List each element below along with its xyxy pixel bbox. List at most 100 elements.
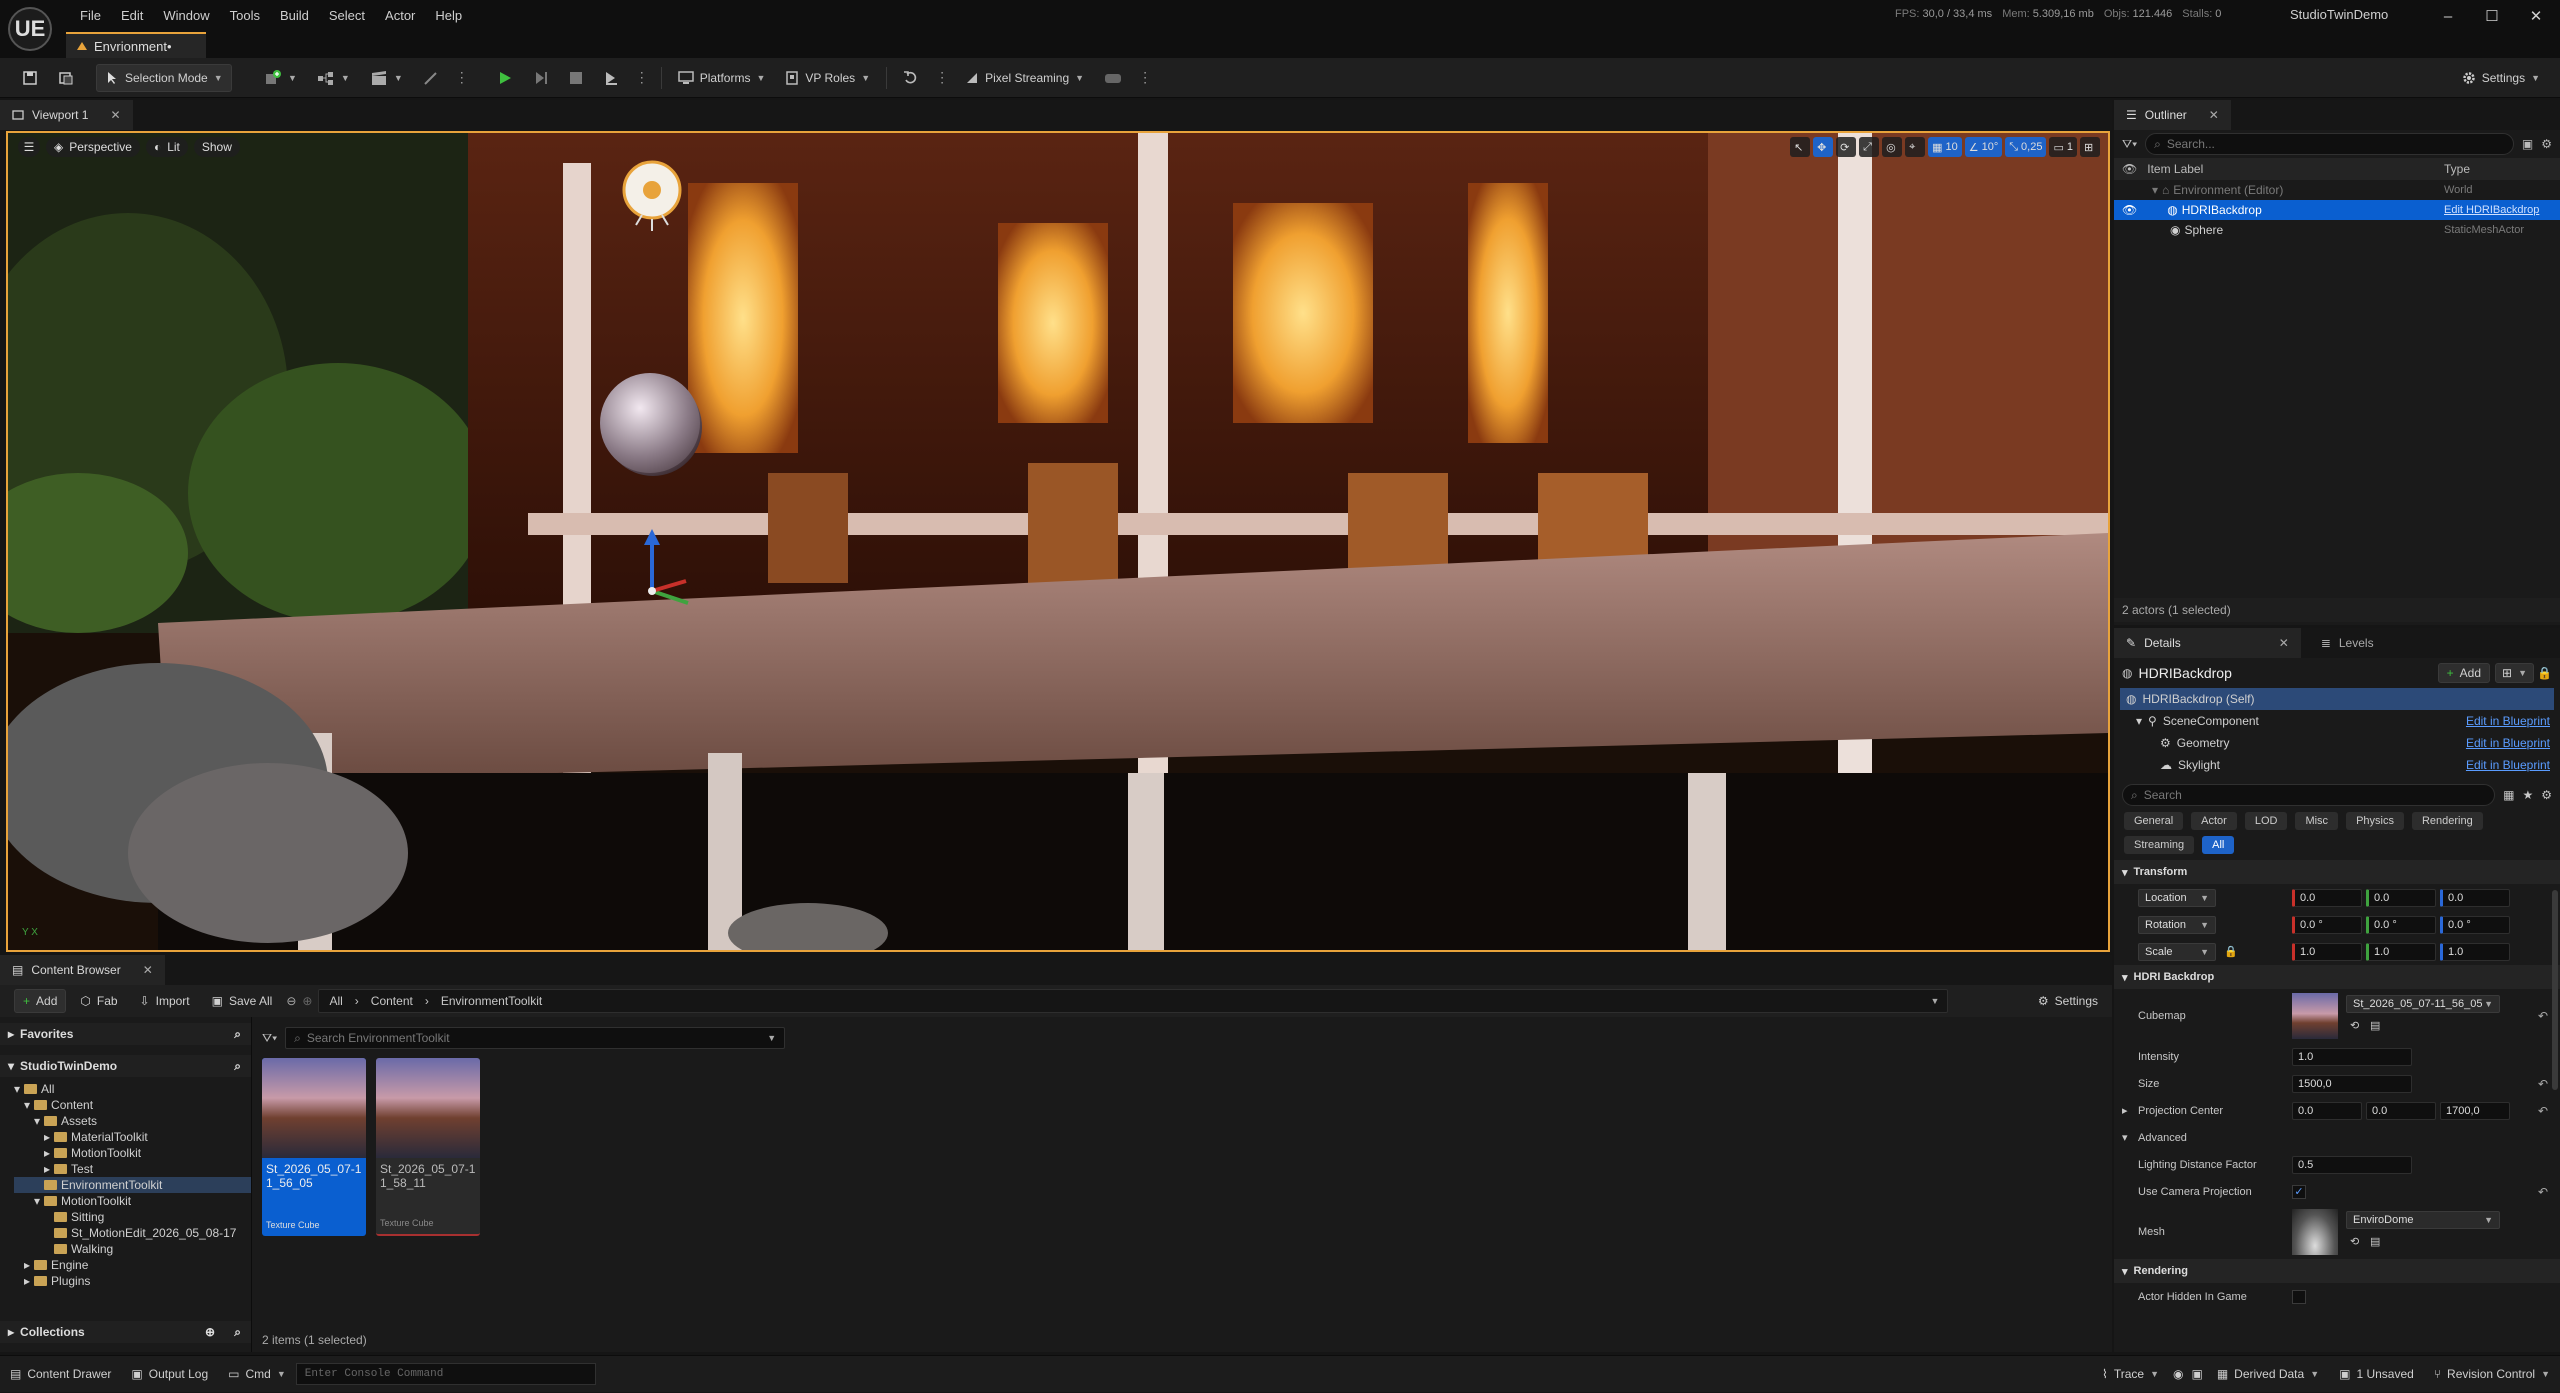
star-icon[interactable]: ★	[2522, 788, 2533, 802]
cubemap-thumbnail[interactable]	[2292, 993, 2338, 1039]
cubemap-dropdown[interactable]: St_2026_05_07-11_56_05 ▼	[2346, 995, 2500, 1013]
rotation-y-field[interactable]: 0.0 °	[2366, 915, 2436, 934]
filter-misc[interactable]: Misc	[2295, 812, 2339, 830]
scale-x-field[interactable]: 1.0	[2292, 942, 2362, 961]
lighting-distance-field[interactable]: 0.5	[2292, 1155, 2412, 1174]
lock-icon[interactable]: 🔒	[2537, 666, 2552, 680]
filter-physics[interactable]: Physics	[2346, 812, 2404, 830]
modeling-button[interactable]	[415, 64, 447, 92]
view-mode-dropdown[interactable]: ◐ Lit	[145, 137, 188, 157]
filter-icon[interactable]: ⛛▾	[2122, 137, 2137, 152]
component-row[interactable]: ⚙ Geometry Edit in Blueprint	[2114, 732, 2560, 754]
perspective-dropdown[interactable]: ◈ Perspective	[46, 137, 140, 157]
rotate-mode-icon[interactable]: ⟳	[1836, 137, 1857, 157]
filter-streaming[interactable]: Streaming	[2124, 836, 2195, 854]
level-viewport[interactable]: ☰ ◈ Perspective ◐ Lit Show ↖ ✥ ⟳ ⤢ ◎ ⌖ ▦…	[6, 131, 2110, 952]
folder-row[interactable]: ▸ Plugins	[14, 1273, 251, 1289]
favorites-section[interactable]: ▸ Favorites ⌕	[0, 1023, 251, 1045]
add-actor-button[interactable]: ▼	[256, 64, 305, 92]
advanced-row[interactable]: ▾ Advanced	[2114, 1124, 2560, 1151]
import-button[interactable]: ⇩ Import	[132, 987, 198, 1015]
actor-hidden-checkbox[interactable]	[2292, 1289, 2306, 1304]
breadcrumb-content[interactable]: Content	[371, 994, 413, 1008]
revert-button[interactable]	[895, 64, 927, 92]
search-icon[interactable]: ⌕	[234, 1325, 241, 1340]
revert-options-icon[interactable]: ⋮	[931, 69, 953, 86]
platforms-dropdown[interactable]: Platforms ▼	[670, 64, 774, 92]
location-y-field[interactable]: 0.0	[2366, 888, 2436, 907]
table-view-icon[interactable]: ▦	[2503, 788, 2514, 802]
close-window-button[interactable]: ✕	[2516, 4, 2556, 28]
visibility-icon[interactable]: 👁	[2122, 162, 2137, 176]
forward-icon[interactable]: ⊕	[302, 994, 312, 1008]
size-field[interactable]: 1500,0	[2292, 1074, 2412, 1093]
menu-build[interactable]: Build	[270, 5, 319, 26]
content-button[interactable]	[50, 64, 82, 92]
menu-actor[interactable]: Actor	[375, 5, 425, 26]
play-options-icon[interactable]: ⋮	[631, 69, 653, 86]
reset-icon[interactable]: ↶	[2538, 1185, 2548, 1199]
edit-in-blueprint-link[interactable]: Edit in Blueprint	[2466, 714, 2550, 728]
mesh-thumbnail[interactable]	[2292, 1209, 2338, 1255]
outliner-search[interactable]: ⌕ Search...	[2145, 133, 2514, 155]
rendering-category[interactable]: ▾ Rendering	[2114, 1259, 2560, 1283]
outliner-row[interactable]: ▾ ⌂ Environment (Editor) World	[2114, 180, 2560, 200]
asset-tile[interactable]: St_2026_05_07-11_58_11 Texture Cube	[376, 1058, 480, 1236]
viewport-menu-button[interactable]: ☰	[18, 137, 40, 157]
outliner-row[interactable]: ◉ Sphere StaticMeshActor	[2114, 220, 2560, 240]
eject-button[interactable]	[595, 64, 627, 92]
item-label-column[interactable]: Item Label	[2147, 162, 2203, 176]
menu-file[interactable]: File	[70, 5, 111, 26]
cmd-dropdown[interactable]: ▭ Cmd ▼	[218, 1356, 296, 1393]
filter-all[interactable]: All	[2202, 836, 2235, 854]
pixel-streaming-dropdown[interactable]: Pixel Streaming ▼	[957, 64, 1092, 92]
folder-row[interactable]: St_MotionEdit_2026_05_08-17	[14, 1225, 251, 1241]
reset-icon[interactable]: ↶	[2538, 1009, 2548, 1023]
rotation-x-field[interactable]: 0.0 °	[2292, 915, 2362, 934]
select-mode-icon[interactable]: ↖	[1790, 137, 1811, 157]
projection-x-field[interactable]: 0.0	[2292, 1101, 2362, 1120]
transform-category[interactable]: ▾ Transform	[2114, 860, 2560, 884]
chevron-down-icon[interactable]: ▼	[1931, 996, 1940, 1006]
outliner-row[interactable]: 👁 ◍ HDRIBackdrop Edit HDRIBackdrop	[2114, 200, 2560, 220]
location-dropdown[interactable]: Location ▼	[2138, 888, 2216, 907]
browse-icon[interactable]: ▤	[2370, 1235, 2380, 1248]
visibility-icon[interactable]: 👁	[2122, 203, 2137, 217]
add-collection-icon[interactable]: ⊕	[205, 1325, 215, 1339]
folder-row[interactable]: ▸ Test	[14, 1161, 251, 1177]
collections-section[interactable]: ▸ Collections ⊕ ⌕	[0, 1321, 251, 1343]
save-all-button[interactable]: ▣ Save All	[204, 987, 281, 1015]
camera-projection-checkbox[interactable]: ✓	[2292, 1184, 2306, 1199]
reset-icon[interactable]: ↶	[2538, 1077, 2548, 1091]
revision-control-dropdown[interactable]: ⑂ Revision Control ▼	[2424, 1356, 2560, 1393]
derived-data-dropdown[interactable]: ▦ Derived Data ▼	[2207, 1356, 2329, 1393]
stop-button[interactable]	[561, 64, 591, 92]
projection-z-field[interactable]: 1700,0	[2440, 1101, 2510, 1120]
outliner-tab[interactable]: ☰ Outliner ✕	[2114, 100, 2231, 130]
selection-mode-dropdown[interactable]: Selection Mode ▼	[96, 63, 232, 92]
blueprint-options-button[interactable]: ⊞ ▼	[2495, 663, 2534, 683]
filter-lod[interactable]: LOD	[2244, 812, 2288, 830]
scale-snap-toggle[interactable]: ⤡ 0,25	[2005, 137, 2047, 157]
filter-general[interactable]: General	[2124, 812, 2184, 830]
cinematics-button[interactable]: ▼	[362, 64, 411, 92]
settings-dropdown[interactable]: Settings ▼	[2454, 64, 2548, 92]
folder-row-selected[interactable]: EnvironmentToolkit	[14, 1177, 251, 1193]
close-icon[interactable]: ✕	[2209, 108, 2219, 122]
rotation-snap-toggle[interactable]: ∠ 10°	[1964, 137, 2003, 157]
menu-window[interactable]: Window	[153, 5, 219, 26]
content-browser-tab[interactable]: ▤ Content Browser ✕	[0, 955, 165, 985]
type-column[interactable]: Type	[2444, 162, 2470, 176]
details-search[interactable]: ⌕ Search	[2122, 784, 2496, 806]
rotation-dropdown[interactable]: Rotation ▼	[2138, 915, 2216, 934]
scale-dropdown[interactable]: Scale ▼	[2138, 942, 2216, 961]
sphere-actor[interactable]	[600, 373, 700, 473]
outliner-row-type[interactable]: Edit HDRIBackdrop	[2444, 204, 2539, 216]
folder-row[interactable]: ▾ Assets	[14, 1113, 251, 1129]
projection-y-field[interactable]: 0.0	[2366, 1101, 2436, 1120]
component-row-self[interactable]: ◍ HDRIBackdrop (Self)	[2120, 688, 2554, 710]
gear-icon[interactable]: ⚙	[2541, 788, 2552, 802]
details-tab[interactable]: ✎ Details ✕	[2114, 628, 2301, 658]
close-icon[interactable]: ✕	[2279, 636, 2289, 650]
world-space-icon[interactable]: ◎	[1882, 137, 1903, 157]
